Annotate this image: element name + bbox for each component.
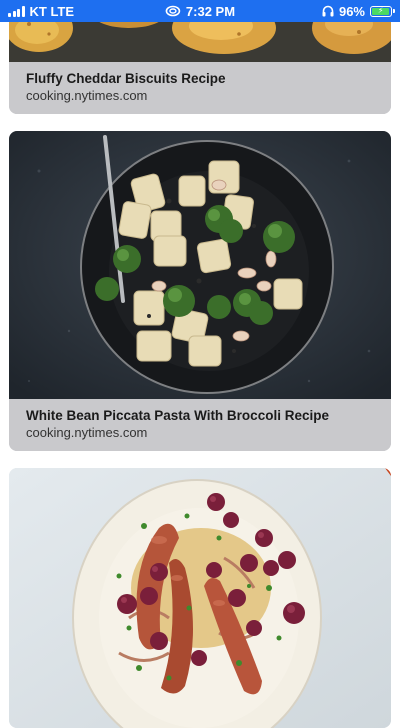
card-title: Fluffy Cheddar Biscuits Recipe xyxy=(26,71,226,86)
alarm-icon xyxy=(165,5,181,17)
status-bar: KT LTE 7:32 PM 96% ⚡ xyxy=(0,0,400,22)
battery-charging-icon: ⚡ xyxy=(370,5,395,17)
battery-percent: 96% xyxy=(338,3,365,19)
card-title: White Bean Piccata Pasta With Broccoli R… xyxy=(26,408,329,423)
card-source: cooking.nytimes.com xyxy=(26,88,148,103)
signal-bars-icon xyxy=(8,5,25,17)
headphones-icon xyxy=(322,5,334,17)
carrier-group: KT LTE xyxy=(8,4,74,19)
card-info: White Bean Piccata Pasta With Broccoli R… xyxy=(9,399,391,451)
time-group: 7:32 PM xyxy=(165,4,235,19)
card-info: Fluffy Cheddar Biscuits Recipe cooking.n… xyxy=(9,62,391,114)
carrier-label: KT LTE xyxy=(29,3,75,19)
feed-card-pasta[interactable]: White Bean Piccata Pasta With Broccoli R… xyxy=(9,131,391,451)
white-bean-pasta-broccoli-photo xyxy=(9,131,391,399)
battery-group: 96% ⚡ xyxy=(322,3,395,19)
feed-card-sausage[interactable] xyxy=(9,468,391,728)
feed-card-biscuits[interactable]: Fluffy Cheddar Biscuits Recipe cooking.n… xyxy=(9,8,391,114)
status-time: 7:32 PM xyxy=(185,3,236,19)
sausage-grapes-plate-photo xyxy=(9,468,391,728)
card-source: cooking.nytimes.com xyxy=(26,425,148,440)
